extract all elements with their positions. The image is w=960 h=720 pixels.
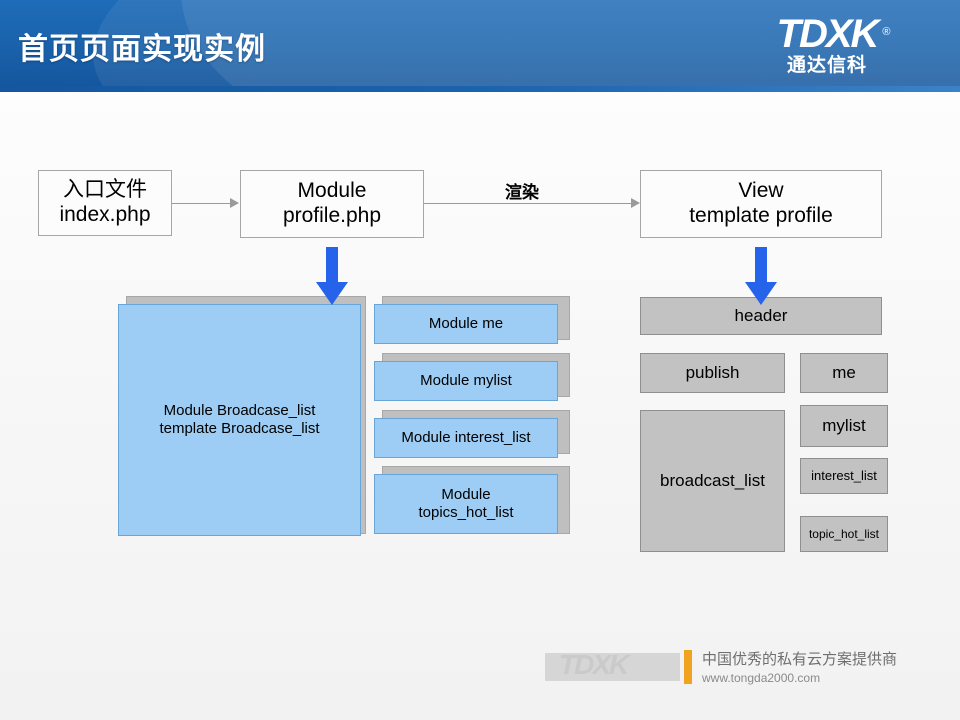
arrow-shaft: [326, 247, 338, 283]
arrow-head: [316, 282, 348, 305]
footer-accent-bar: [684, 650, 692, 684]
footer-slogan: 中国优秀的私有云方案提供商: [702, 651, 898, 668]
header-bottom-line: [0, 86, 960, 92]
module-broadcase-list-box: Module Broadcase_list template Broadcase_…: [118, 304, 361, 536]
connector-entry-to-module: [172, 203, 232, 204]
connector-module-to-view: [424, 203, 636, 204]
page-title: 首页页面实现实例: [18, 33, 266, 66]
slide-header: 首页页面实现实例 TDXK ® 通达信科: [0, 0, 960, 92]
connector-arrowhead-entry: [230, 198, 239, 208]
logo-wordmark: TDXK ®: [776, 12, 891, 56]
footer-watermark: TDXK: [545, 653, 680, 681]
view-mylist-box: mylist: [800, 405, 888, 447]
view-me-box: me: [800, 353, 888, 393]
down-arrow-icon-module: [316, 247, 348, 305]
company-logo: TDXK ® 通达信科: [732, 14, 922, 77]
logo-wordmark-text: TDXK: [776, 12, 880, 56]
arrow-shaft: [755, 247, 767, 283]
module-topics-hot-list-box: Module topics_hot_list: [374, 474, 558, 534]
render-label: 渲染: [505, 183, 539, 202]
module-interest-list-box: Module interest_list: [374, 418, 558, 458]
module-mylist-box: Module mylist: [374, 361, 558, 401]
down-arrow-icon-view: [745, 247, 777, 305]
view-broadcast-list-box: broadcast_list: [640, 410, 785, 552]
view-topic-hot-list-box: topic_hot_list: [800, 516, 888, 552]
view-interest-list-box: interest_list: [800, 458, 888, 494]
arrow-head: [745, 282, 777, 305]
footer-watermark-text: TDXK: [559, 653, 629, 680]
registered-trademark-icon: ®: [882, 26, 890, 38]
view-template-box: View template profile: [640, 170, 882, 238]
connector-arrowhead-view: [631, 198, 640, 208]
module-me-box: Module me: [374, 304, 558, 344]
logo-chinese-name: 通达信科: [786, 55, 867, 76]
view-publish-box: publish: [640, 353, 785, 393]
entry-file-box: 入口文件 index.php: [38, 170, 172, 236]
module-profile-box: Module profile.php: [240, 170, 424, 238]
footer-url: www.tongda2000.com: [702, 671, 821, 685]
slide-canvas: 首页页面实现实例 TDXK ® 通达信科 入口文件 index.php Module…: [0, 0, 960, 720]
